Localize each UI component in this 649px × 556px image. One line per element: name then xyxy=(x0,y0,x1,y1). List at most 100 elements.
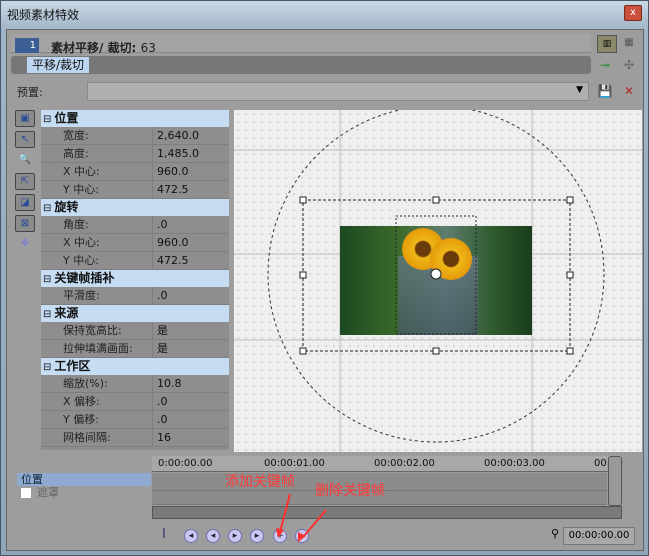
collapse-icon[interactable]: ⊟ xyxy=(43,274,51,285)
grid-view-icon[interactable]: ▦ xyxy=(621,35,637,51)
full-frame-icon[interactable]: ⊠ xyxy=(15,215,35,232)
lock-icon[interactable]: Ⅰ xyxy=(162,527,166,542)
group-title: 位置 xyxy=(54,111,78,125)
property-value[interactable]: .0 xyxy=(153,216,168,233)
property-value[interactable]: 是 xyxy=(153,340,168,357)
annotation-add-keyframe: 添加关键帧 xyxy=(225,471,295,491)
property-label: 网格间隔: xyxy=(41,429,153,446)
property-label: 平滑度: xyxy=(41,287,153,304)
property-value[interactable]: 16 xyxy=(153,429,171,446)
track-names: 位置 遮罩 xyxy=(17,473,151,499)
property-group-header[interactable]: ⊟关键帧插补 xyxy=(41,270,229,287)
property-row[interactable]: 平滑度:.0 xyxy=(41,287,229,305)
time-ruler[interactable]: 0:00:00.00 00:00:01.00 00:00:02.00 00:00… xyxy=(152,456,622,472)
plugin-chain-icon[interactable]: ⊸ xyxy=(597,57,613,73)
property-group-header[interactable]: ⊟旋转 xyxy=(41,199,229,216)
time-marker-icon: ⚲ xyxy=(551,527,559,540)
next-keyframe-button[interactable]: ▸ xyxy=(228,529,242,543)
vertical-scrollbar[interactable] xyxy=(608,456,622,506)
property-value[interactable]: 960.0 xyxy=(153,234,189,251)
property-row[interactable]: 缩放(%):10.8 xyxy=(41,375,229,393)
property-row[interactable]: 保持宽高比:是 xyxy=(41,322,229,340)
property-row[interactable]: 网格间隔:16 xyxy=(41,429,229,447)
property-value[interactable]: 是 xyxy=(153,322,168,339)
dialog-body: 1 素材平移/ 裁切: 63 ▥ ▦ 平移/裁切 ⊸ ✣ 预置: ▼ 💾 ✕ ▣… xyxy=(6,29,644,551)
normal-edit-tool-icon[interactable]: ▣ xyxy=(15,110,35,127)
prev-keyframe-button[interactable]: ◂ xyxy=(206,529,220,543)
compact-view-icon[interactable]: ▥ xyxy=(597,35,617,53)
fx-header: 1 素材平移/ 裁切: 63 xyxy=(11,34,591,53)
property-row[interactable]: 角度:.0 xyxy=(41,216,229,234)
property-value[interactable]: .0 xyxy=(153,411,168,428)
property-row[interactable]: Y 中心:472.5 xyxy=(41,181,229,199)
tick-label: 00:00:03.00 xyxy=(484,458,545,469)
property-label: 高度: xyxy=(41,145,153,162)
property-label: Y 中心: xyxy=(41,181,153,198)
close-button[interactable]: x xyxy=(624,5,642,21)
track-mask[interactable]: 遮罩 xyxy=(17,486,151,499)
property-list: ⊟位置宽度:2,640.0高度:1,485.0X 中心:960.0Y 中心:47… xyxy=(41,110,229,450)
collapse-icon[interactable]: ⊟ xyxy=(43,203,51,214)
remove-plugin-icon[interactable]: ✣ xyxy=(621,57,637,73)
first-keyframe-button[interactable]: ◂ xyxy=(184,529,198,543)
center-icon[interactable]: ✥ xyxy=(15,236,35,253)
property-label: X 中心: xyxy=(41,234,153,251)
tick-label: 00:00:02.00 xyxy=(374,458,435,469)
property-group-header[interactable]: ⊟来源 xyxy=(41,305,229,322)
property-label: 保持宽高比: xyxy=(41,322,153,339)
fit-output-icon[interactable]: ◪ xyxy=(15,194,35,211)
property-group-header[interactable]: ⊟工作区 xyxy=(41,358,229,375)
property-row[interactable]: Y 中心:472.5 xyxy=(41,252,229,270)
preview-canvas[interactable] xyxy=(234,110,642,452)
preset-label: 预置: xyxy=(17,84,43,100)
property-value[interactable]: 960.0 xyxy=(153,163,189,180)
property-value[interactable]: 2,640.0 xyxy=(153,127,199,144)
move-tool-icon[interactable]: ⇱ xyxy=(15,173,35,190)
tick-label: 00:00:01.00 xyxy=(264,458,325,469)
group-title: 来源 xyxy=(54,306,78,320)
property-value[interactable]: .0 xyxy=(153,393,168,410)
property-label: 宽度: xyxy=(41,127,153,144)
delete-preset-icon[interactable]: ✕ xyxy=(621,83,637,99)
fx-name-label: 素材平移/ 裁切: xyxy=(51,41,136,55)
property-row[interactable]: 高度:1,485.0 xyxy=(41,145,229,163)
property-row[interactable]: 宽度:2,640.0 xyxy=(41,127,229,145)
property-group-header[interactable]: ⊟位置 xyxy=(41,110,229,127)
property-label: Y 偏移: xyxy=(41,411,153,428)
zoom-tool-icon[interactable]: 🔍 xyxy=(15,152,35,169)
collapse-icon[interactable]: ⊟ xyxy=(43,114,51,125)
preset-dropdown[interactable]: ▼ xyxy=(87,82,589,101)
fx-index-badge[interactable]: 1 xyxy=(15,38,39,53)
group-title: 工作区 xyxy=(54,359,90,373)
track-position[interactable]: 位置 xyxy=(17,473,151,486)
group-title: 旋转 xyxy=(54,200,78,214)
property-row[interactable]: 拉伸填满画面:是 xyxy=(41,340,229,358)
property-value[interactable]: 1,485.0 xyxy=(153,145,199,162)
property-value[interactable]: 10.8 xyxy=(153,375,182,392)
select-tool-icon[interactable]: ↖ xyxy=(15,131,35,148)
property-row[interactable]: X 偏移:.0 xyxy=(41,393,229,411)
chain-item-pan-crop[interactable]: 平移/裁切 xyxy=(27,57,89,73)
collapse-icon[interactable]: ⊟ xyxy=(43,309,51,320)
fx-number: 63 xyxy=(141,41,156,55)
property-label: Y 中心: xyxy=(41,252,153,269)
property-row[interactable]: Y 偏移:.0 xyxy=(41,411,229,429)
property-label: 缩放(%): xyxy=(41,375,153,392)
horizontal-scrollbar[interactable] xyxy=(152,506,622,519)
chevron-down-icon: ▼ xyxy=(576,85,583,95)
fx-chain: 平移/裁切 xyxy=(11,56,591,74)
fx-name: 素材平移/ 裁切: 63 xyxy=(51,39,156,56)
mask-checkbox[interactable] xyxy=(21,488,31,498)
save-preset-icon[interactable]: 💾 xyxy=(597,83,613,99)
property-row[interactable]: X 中心:960.0 xyxy=(41,163,229,181)
crop-overlay[interactable] xyxy=(234,110,642,452)
current-time[interactable]: 00:00:00.00 xyxy=(563,527,635,545)
window-title: 视频素材特效 xyxy=(7,6,79,23)
group-title: 关键帧插补 xyxy=(54,271,114,285)
collapse-icon[interactable]: ⊟ xyxy=(43,362,51,373)
property-value[interactable]: 472.5 xyxy=(153,252,189,269)
property-value[interactable]: .0 xyxy=(153,287,168,304)
property-value[interactable]: 472.5 xyxy=(153,181,189,198)
property-row[interactable]: X 中心:960.0 xyxy=(41,234,229,252)
tool-column: ▣ ↖ 🔍 ⇱ ◪ ⊠ ✥ xyxy=(15,110,39,257)
